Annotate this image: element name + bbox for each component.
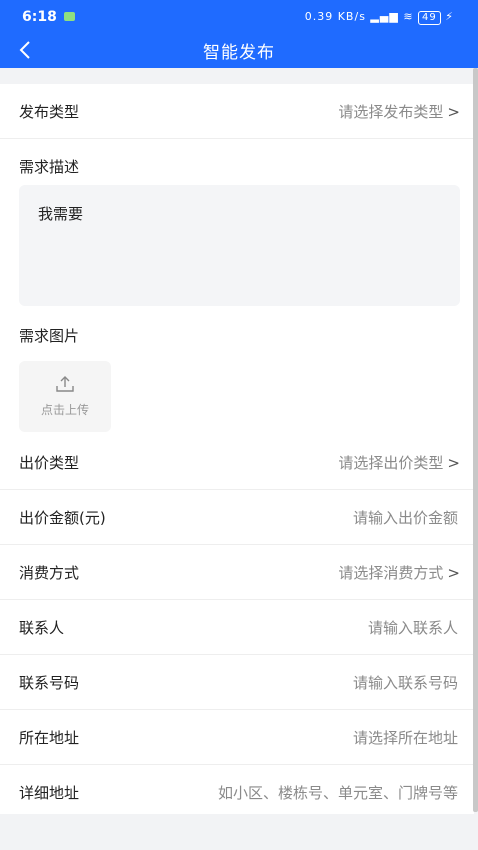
bid-amount-label: 出价金额(元) — [19, 509, 106, 527]
bid-type-placeholder: 请选择出价类型 — [338, 454, 444, 472]
publish-type-placeholder: 请选择发布类型 — [338, 103, 444, 121]
bid-type-label: 出价类型 — [19, 454, 80, 472]
publish-form: 发布类型 请选择发布类型 > 需求描述 我需要 需求图片 点击上传 出价类型 请选… — [0, 84, 474, 814]
contact-input[interactable]: 请输入联系人 — [368, 617, 458, 638]
upload-icon — [56, 376, 74, 392]
signal-icon: ▂▄▆ — [370, 10, 399, 23]
battery-icon: 49 — [418, 11, 441, 25]
publish-type-row[interactable]: 发布类型 请选择发布类型 > — [0, 84, 474, 139]
contact-row: 联系人 请输入联系人 — [0, 600, 474, 655]
phone-input[interactable]: 请输入联系号码 — [353, 672, 458, 693]
consume-method-label: 消费方式 — [19, 564, 80, 582]
images-label: 需求图片 — [19, 327, 80, 345]
wifi-icon: ≋ — [403, 10, 414, 23]
net-speed: 0.39 KB/s — [304, 10, 366, 23]
bottom-spacer — [0, 838, 478, 850]
status-bar: 6:18 0.39 KB/s ▂▄▆ ≋ 49 ⚡ — [0, 0, 478, 34]
consume-method-select[interactable]: 请选择消费方式 > — [338, 562, 460, 583]
status-time: 6:18 — [22, 9, 57, 25]
upload-image-button[interactable]: 点击上传 — [19, 361, 111, 432]
bid-type-row[interactable]: 出价类型 请选择出价类型 > — [0, 435, 474, 490]
bid-type-select[interactable]: 请选择出价类型 > — [338, 452, 460, 473]
app-header: 6:18 0.39 KB/s ▂▄▆ ≋ 49 ⚡ 智能发布 — [0, 0, 478, 68]
scrollbar[interactable] — [473, 68, 478, 812]
detail-address-input[interactable]: 如小区、楼栋号、单元室、门牌号等 — [218, 782, 458, 803]
address-row[interactable]: 所在地址 请选择所在地址 — [0, 710, 474, 765]
charging-icon: ⚡ — [445, 10, 454, 23]
chevron-right-icon: > — [447, 454, 460, 472]
upload-label: 点击上传 — [40, 403, 89, 417]
consume-method-placeholder: 请选择消费方式 — [338, 564, 444, 582]
detail-address-row: 详细地址 如小区、楼栋号、单元室、门牌号等 — [0, 765, 474, 820]
notification-icon — [64, 12, 75, 21]
status-icons: 0.39 KB/s ▂▄▆ ≋ 49 ⚡ — [305, 10, 454, 25]
nav-bar: 智能发布 — [0, 34, 478, 68]
address-select[interactable]: 请选择所在地址 — [353, 727, 458, 748]
consume-method-row[interactable]: 消费方式 请选择消费方式 > — [0, 545, 474, 600]
address-label: 所在地址 — [19, 729, 80, 747]
phone-row: 联系号码 请输入联系号码 — [0, 655, 474, 710]
detail-address-label: 详细地址 — [19, 784, 80, 802]
chevron-right-icon: > — [447, 103, 460, 121]
contact-label: 联系人 — [19, 619, 65, 637]
publish-type-select[interactable]: 请选择发布类型 > — [338, 101, 460, 122]
page-title: 智能发布 — [203, 43, 275, 63]
bid-amount-input[interactable]: 请输入出价金额 — [353, 507, 458, 528]
description-textarea[interactable]: 我需要 — [19, 185, 460, 306]
bid-amount-row: 出价金额(元) 请输入出价金额 — [0, 490, 474, 545]
publish-type-label: 发布类型 — [19, 103, 80, 121]
chevron-right-icon: > — [447, 564, 460, 582]
description-label: 需求描述 — [19, 158, 80, 176]
phone-label: 联系号码 — [19, 674, 80, 692]
